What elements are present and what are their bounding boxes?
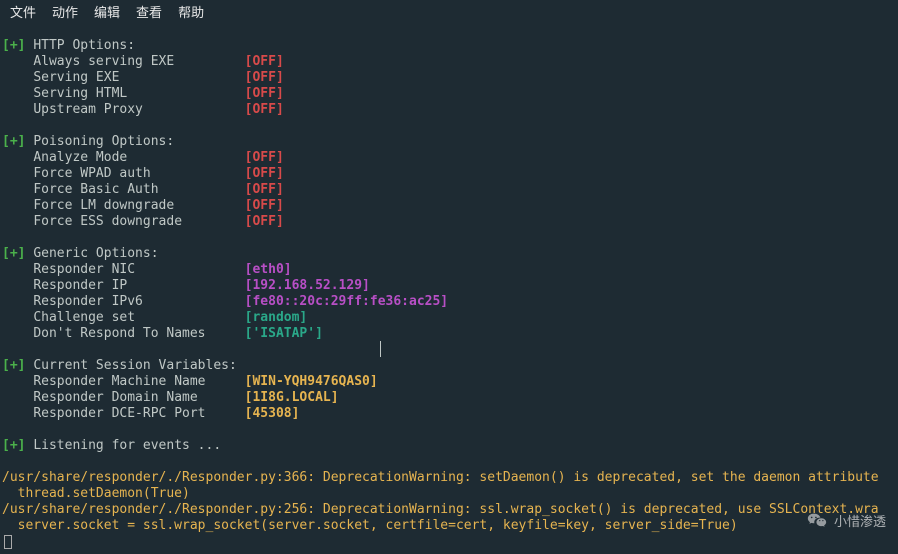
output-line: [2, 422, 896, 438]
listening-line: [+] Listening for events ...: [2, 438, 896, 454]
menubar: 文件 动作 编辑 查看 帮助: [0, 0, 898, 24]
wechat-icon: [806, 510, 828, 532]
warning-line: /usr/share/responder/./Responder.py:256:…: [2, 502, 896, 518]
warning-line: /usr/share/responder/./Responder.py:366:…: [2, 470, 896, 486]
output-line: [2, 230, 896, 246]
menu-file[interactable]: 文件: [10, 4, 36, 20]
section-header: [+] Generic Options:: [2, 246, 896, 262]
option-line: Force ESS downgrade [OFF]: [2, 214, 896, 230]
warning-line: server.socket = ssl.wrap_socket(server.s…: [2, 518, 896, 534]
terminal-output[interactable]: [+] HTTP Options: Always serving EXE [OF…: [0, 24, 898, 552]
option-line: Responder DCE-RPC Port [45308]: [2, 406, 896, 422]
section-header: [+] HTTP Options:: [2, 38, 896, 54]
option-line: Don't Respond To Names ['ISATAP']: [2, 326, 896, 342]
menu-help[interactable]: 帮助: [178, 4, 204, 20]
menu-actions[interactable]: 动作: [52, 4, 78, 20]
watermark-text: 小惜渗透: [834, 513, 886, 529]
option-line: Force WPAD auth [OFF]: [2, 166, 896, 182]
option-line: Upstream Proxy [OFF]: [2, 102, 896, 118]
prompt-line: [2, 534, 896, 550]
menu-view[interactable]: 查看: [136, 4, 162, 20]
option-line: Challenge set [random]: [2, 310, 896, 326]
output-line: [2, 342, 896, 358]
prompt-cursor: [4, 535, 12, 549]
option-line: Responder IPv6 [fe80::20c:29ff:fe36:ac25…: [2, 294, 896, 310]
option-line: Force Basic Auth [OFF]: [2, 182, 896, 198]
section-header: [+] Poisoning Options:: [2, 134, 896, 150]
option-line: Responder NIC [eth0]: [2, 262, 896, 278]
watermark: 小惜渗透: [806, 510, 886, 532]
option-line: Responder Machine Name [WIN-YQH9476QAS0]: [2, 374, 896, 390]
option-line: Always serving EXE [OFF]: [2, 54, 896, 70]
option-line: Serving HTML [OFF]: [2, 86, 896, 102]
warning-line: thread.setDaemon(True): [2, 486, 896, 502]
option-line: Force LM downgrade [OFF]: [2, 198, 896, 214]
option-line: Analyze Mode [OFF]: [2, 150, 896, 166]
section-header: [+] Current Session Variables:: [2, 358, 896, 374]
menu-edit[interactable]: 编辑: [94, 4, 120, 20]
output-line: [2, 118, 896, 134]
option-line: Serving EXE [OFF]: [2, 70, 896, 86]
option-line: Responder IP [192.168.52.129]: [2, 278, 896, 294]
option-line: Responder Domain Name [1I8G.LOCAL]: [2, 390, 896, 406]
output-line: [2, 454, 896, 470]
